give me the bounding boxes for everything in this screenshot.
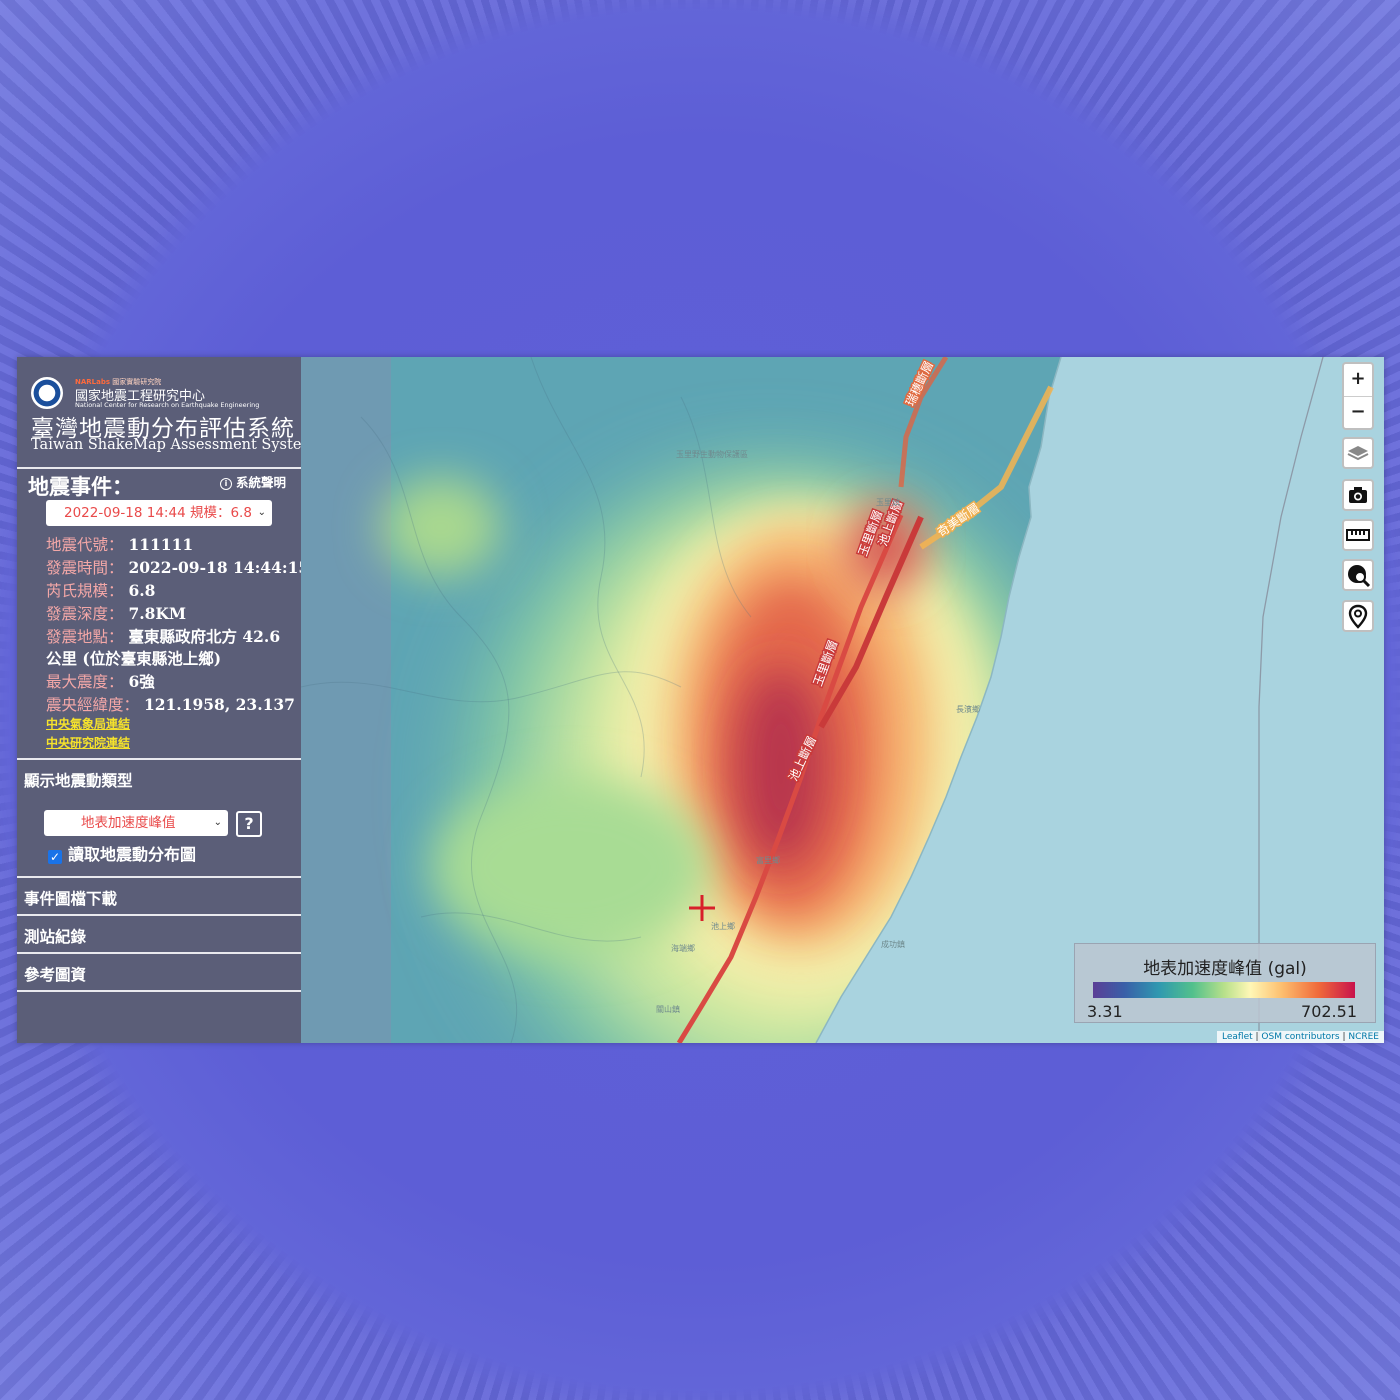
disclaimer-link[interactable]: i 系統聲明 (220, 472, 286, 491)
sinica-link[interactable]: 中央研究院連結 (46, 734, 130, 751)
info-location: 發震地點： 臺東縣政府北方 42.6 (46, 627, 281, 646)
brand: NARLabs 國家實驗研究院 國家地震工程研究中心 National Cent… (29, 373, 315, 473)
measure-button[interactable] (1342, 519, 1374, 551)
info-location-cont: 公里 (位於臺東縣池上鄉) (46, 649, 222, 668)
ruler-icon (1346, 529, 1370, 541)
event-select[interactable]: 2022-09-18 14:44 規模：6.8 ⌄ (46, 500, 272, 526)
section-reference-maps[interactable]: 參考圖資 (24, 963, 86, 985)
legend-colorbar (1093, 982, 1355, 998)
locate-button[interactable] (1342, 600, 1374, 632)
zoom-out-button[interactable]: − (1344, 397, 1372, 429)
place-label: 池上鄉 (711, 921, 735, 931)
section-station-records[interactable]: 測站紀錄 (24, 925, 86, 947)
info-magnitude: 芮氏規模： 6.8 (46, 581, 156, 600)
legend-min: 3.31 (1087, 1002, 1123, 1021)
app-window: NARLabs 國家實驗研究院 國家地震工程研究中心 National Cent… (17, 357, 1384, 1043)
map-attribution: Leaflet | OSM contributors | NCREE (1217, 1031, 1384, 1043)
event-heading: 地震事件： (28, 475, 133, 499)
brand-center-en: National Center for Research on Earthqua… (75, 401, 260, 409)
shakemap-checkbox-row[interactable]: ✓ 讀取地震動分布圖 (48, 841, 196, 865)
cwb-link[interactable]: 中央氣象局連結 (46, 715, 130, 732)
divider (17, 467, 301, 469)
divider (17, 914, 301, 916)
pga-legend: 地表加速度峰值 (gal) 3.31 702.51 (1074, 943, 1376, 1023)
info-epicenter: 震央經緯度： 121.1958, 23.137 (46, 695, 295, 714)
divider (17, 952, 301, 954)
shakemap-map[interactable]: 玉里斷層 池上斷層 玉里斷層 池上斷層 奇美斷層 瑞穗斷層 玉里野生動物保護區 … (301, 357, 1384, 1043)
ncree-logo-icon (31, 377, 63, 409)
ncree-link[interactable]: NCREE (1348, 1032, 1379, 1042)
place-label: 玉里鎮 (876, 497, 900, 507)
legend-max: 702.51 (1301, 1002, 1357, 1021)
location-pin-icon (1348, 604, 1368, 629)
checkbox-checked-icon[interactable]: ✓ (48, 850, 62, 864)
place-label: 長濱鄉 (956, 704, 980, 714)
place-label: 富里鄉 (756, 855, 780, 865)
leaflet-link[interactable]: Leaflet (1222, 1032, 1253, 1042)
sidebar: NARLabs 國家實驗研究院 國家地震工程研究中心 National Cent… (17, 357, 315, 1043)
system-title-en: Taiwan ShakeMap Assessment System (31, 437, 316, 453)
place-label: 玉里野生動物保護區 (676, 449, 748, 459)
info-origin-time: 發震時間： 2022-09-18 14:44:15 (46, 558, 310, 577)
motion-type-select[interactable]: 地表加速度峰值 ⌄ (44, 810, 228, 836)
info-quake-id: 地震代號： 111111 (46, 535, 194, 554)
place-label: 海端鄉 (671, 943, 695, 953)
osm-link[interactable]: OSM contributors (1261, 1032, 1339, 1042)
search-button[interactable] (1342, 559, 1374, 591)
info-max-intensity: 最大震度： 6強 (46, 672, 155, 691)
divider (17, 758, 301, 760)
zoom-control: + − (1342, 362, 1374, 430)
motion-type-title: 顯示地震動類型 (24, 772, 133, 790)
screenshot-button[interactable] (1342, 479, 1374, 511)
info-icon: i (220, 478, 232, 490)
legend-title: 地表加速度峰值 (gal) (1143, 959, 1307, 979)
section-image-download[interactable]: 事件圖檔下載 (24, 887, 117, 909)
map-canvas: 玉里斷層 池上斷層 玉里斷層 池上斷層 奇美斷層 瑞穗斷層 玉里野生動物保護區 … (301, 357, 1384, 1043)
info-depth: 發震深度： 7.8KM (46, 604, 187, 623)
place-label: 成功鎮 (881, 939, 905, 949)
chevron-down-icon: ⌄ (257, 507, 266, 518)
camera-icon (1349, 487, 1367, 503)
divider (17, 990, 301, 992)
zoom-in-button[interactable]: + (1344, 364, 1372, 396)
chevron-down-icon: ⌄ (213, 817, 222, 828)
layers-button[interactable] (1342, 437, 1374, 469)
divider (17, 876, 301, 878)
help-button[interactable]: ? (236, 811, 262, 837)
search-globe-icon (1348, 565, 1371, 588)
place-label: 關山鎮 (656, 1004, 680, 1014)
layers-icon (1347, 446, 1369, 461)
